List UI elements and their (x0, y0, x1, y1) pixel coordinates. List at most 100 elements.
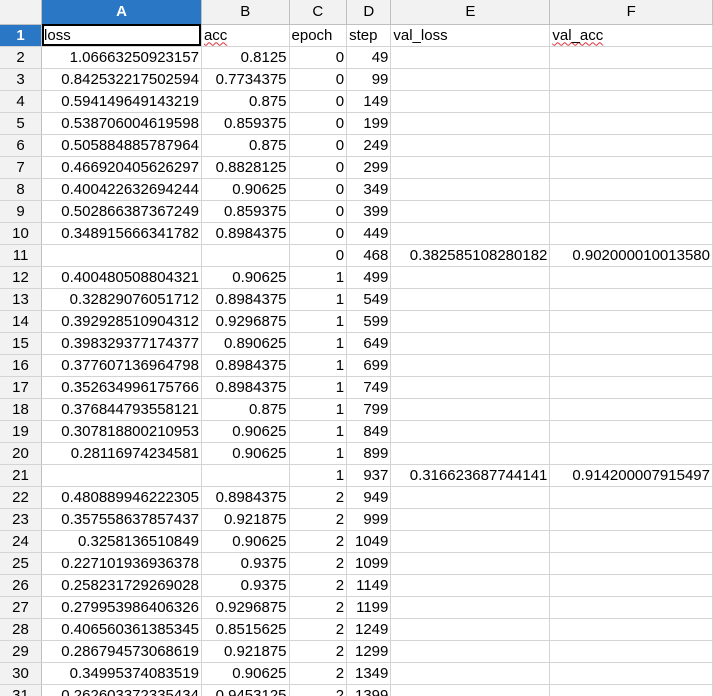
cell-f30[interactable] (549, 662, 713, 685)
cell-a19[interactable]: 0.307818800210953 (41, 420, 202, 443)
cell-c12[interactable]: 1 (289, 266, 348, 289)
cell-b11[interactable] (201, 244, 290, 267)
cell-a1[interactable]: loss (41, 24, 202, 47)
cell-a17[interactable]: 0.352634996175766 (41, 376, 202, 399)
cell-f22[interactable] (549, 486, 713, 509)
cell-e22[interactable] (390, 486, 551, 509)
cell-f14[interactable] (549, 310, 713, 333)
cell-b30[interactable]: 0.90625 (201, 662, 290, 685)
cell-c25[interactable]: 2 (289, 552, 348, 575)
row-header[interactable]: 26 (0, 574, 43, 597)
cell-f27[interactable] (549, 596, 713, 619)
cell-e13[interactable] (390, 288, 551, 311)
cell-c11[interactable]: 0 (289, 244, 348, 267)
row-header[interactable]: 24 (0, 530, 43, 553)
row-header[interactable]: 4 (0, 90, 43, 113)
row-header[interactable]: 23 (0, 508, 43, 531)
cell-d17[interactable]: 749 (346, 376, 392, 399)
cell-e4[interactable] (390, 90, 551, 113)
cell-d1[interactable]: step (346, 24, 392, 47)
cell-d14[interactable]: 599 (346, 310, 392, 333)
row-header[interactable]: 10 (0, 222, 43, 245)
cell-a14[interactable]: 0.392928510904312 (41, 310, 202, 333)
cell-f11[interactable]: 0.902000010013580 (549, 244, 713, 267)
cell-b26[interactable]: 0.9375 (201, 574, 290, 597)
row-header[interactable]: 11 (0, 244, 43, 267)
cell-d4[interactable]: 149 (346, 90, 392, 113)
cell-e16[interactable] (390, 354, 551, 377)
row-header[interactable]: 22 (0, 486, 43, 509)
cell-c7[interactable]: 0 (289, 156, 348, 179)
cell-b19[interactable]: 0.90625 (201, 420, 290, 443)
cell-e6[interactable] (390, 134, 551, 157)
cell-a12[interactable]: 0.400480508804321 (41, 266, 202, 289)
column-header-d[interactable]: D (346, 0, 392, 25)
cell-e30[interactable] (390, 662, 551, 685)
cell-a3[interactable]: 0.842532217502594 (41, 68, 202, 91)
cell-e31[interactable] (390, 684, 551, 696)
cell-f9[interactable] (549, 200, 713, 223)
cell-b27[interactable]: 0.9296875 (201, 596, 290, 619)
cell-a4[interactable]: 0.594149649143219 (41, 90, 202, 113)
cell-d8[interactable]: 349 (346, 178, 392, 201)
cell-b29[interactable]: 0.921875 (201, 640, 290, 663)
cell-c8[interactable]: 0 (289, 178, 348, 201)
column-header-a[interactable]: A (41, 0, 202, 25)
cell-f10[interactable] (549, 222, 713, 245)
cell-d19[interactable]: 849 (346, 420, 392, 443)
cell-grid[interactable]: ABCDEF 1 loss acc epoch step val_loss val_acc 2… (0, 0, 713, 696)
row-header[interactable]: 2 (0, 46, 43, 69)
cell-c15[interactable]: 1 (289, 332, 348, 355)
cell-c6[interactable]: 0 (289, 134, 348, 157)
cell-e25[interactable] (390, 552, 551, 575)
cell-f31[interactable] (549, 684, 713, 696)
cell-f15[interactable] (549, 332, 713, 355)
cell-b4[interactable]: 0.875 (201, 90, 290, 113)
cell-f24[interactable] (549, 530, 713, 553)
cell-c16[interactable]: 1 (289, 354, 348, 377)
row-header[interactable]: 28 (0, 618, 43, 641)
cell-e3[interactable] (390, 68, 551, 91)
cell-a25[interactable]: 0.227101936936378 (41, 552, 202, 575)
cell-b24[interactable]: 0.90625 (201, 530, 290, 553)
row-header[interactable]: 31 (0, 684, 43, 696)
cell-d3[interactable]: 99 (346, 68, 392, 91)
cell-e21[interactable]: 0.316623687744141 (390, 464, 551, 487)
cell-c29[interactable]: 2 (289, 640, 348, 663)
cell-c24[interactable]: 2 (289, 530, 348, 553)
cell-c14[interactable]: 1 (289, 310, 348, 333)
cell-b22[interactable]: 0.8984375 (201, 486, 290, 509)
cell-d23[interactable]: 999 (346, 508, 392, 531)
cell-b17[interactable]: 0.8984375 (201, 376, 290, 399)
cell-b14[interactable]: 0.9296875 (201, 310, 290, 333)
cell-d20[interactable]: 899 (346, 442, 392, 465)
cell-e15[interactable] (390, 332, 551, 355)
cell-f17[interactable] (549, 376, 713, 399)
cell-c17[interactable]: 1 (289, 376, 348, 399)
cell-f21[interactable]: 0.914200007915497 (549, 464, 713, 487)
cell-a16[interactable]: 0.377607136964798 (41, 354, 202, 377)
cell-a8[interactable]: 0.400422632694244 (41, 178, 202, 201)
cell-f3[interactable] (549, 68, 713, 91)
row-header[interactable]: 18 (0, 398, 43, 421)
cell-a20[interactable]: 0.28116974234581 (41, 442, 202, 465)
cell-b23[interactable]: 0.921875 (201, 508, 290, 531)
row-header[interactable]: 19 (0, 420, 43, 443)
cell-a15[interactable]: 0.398329377174377 (41, 332, 202, 355)
cell-a11[interactable] (41, 244, 202, 267)
cell-f13[interactable] (549, 288, 713, 311)
cell-b10[interactable]: 0.8984375 (201, 222, 290, 245)
cell-a24[interactable]: 0.3258136510849 (41, 530, 202, 553)
cell-b1[interactable]: acc (201, 24, 290, 47)
cell-c9[interactable]: 0 (289, 200, 348, 223)
cell-e28[interactable] (390, 618, 551, 641)
row-header[interactable]: 21 (0, 464, 43, 487)
cell-f29[interactable] (549, 640, 713, 663)
cell-b9[interactable]: 0.859375 (201, 200, 290, 223)
column-header-c[interactable]: C (289, 0, 348, 25)
cell-f6[interactable] (549, 134, 713, 157)
cell-f7[interactable] (549, 156, 713, 179)
cell-f25[interactable] (549, 552, 713, 575)
cell-b15[interactable]: 0.890625 (201, 332, 290, 355)
cell-b25[interactable]: 0.9375 (201, 552, 290, 575)
